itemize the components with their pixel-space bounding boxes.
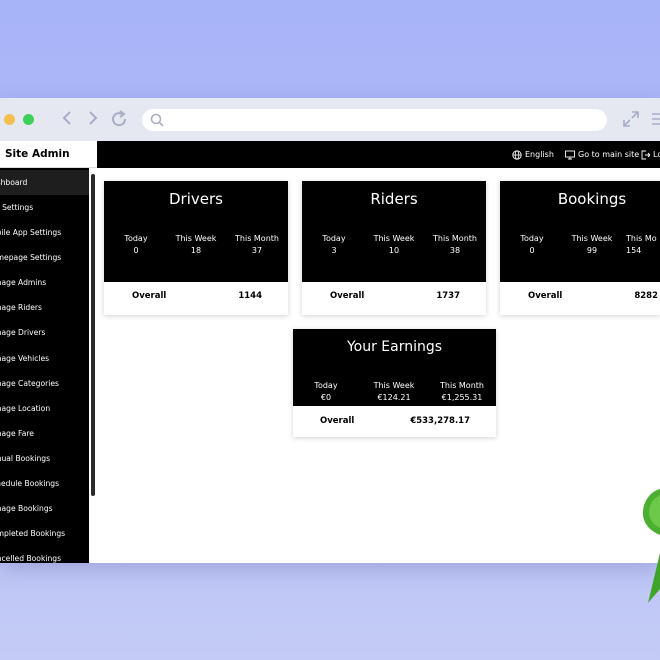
sidebar-item-homepage-settings[interactable]: omepage Settings [0, 245, 92, 270]
overall-value: 1737 [436, 291, 460, 301]
search-icon [150, 113, 164, 127]
globe-icon [512, 149, 522, 160]
stat-value: 37 [251, 246, 263, 255]
stat-label: This Month [235, 234, 279, 243]
sidebar-item-manage-fare[interactable]: anage Fare [0, 421, 92, 446]
stat-value: €0 [320, 393, 332, 402]
logout-link[interactable]: Lo [641, 141, 660, 168]
stat-month: This Month 37 [227, 233, 287, 257]
overall-label: Overall [132, 291, 167, 301]
sidebar-item-manual-bookings[interactable]: anual Bookings [0, 446, 92, 471]
stat-week: This Week 99 [562, 233, 622, 257]
overall-label: Overall [330, 291, 365, 301]
card-header: Your Earnings Today €0 This Week €124.21… [293, 329, 496, 406]
earnings-card: Your Earnings Today €0 This Week €124.21… [293, 329, 496, 437]
language-label: English [525, 150, 554, 159]
menu-icon[interactable] [652, 112, 660, 126]
stat-label: This Month [433, 234, 477, 243]
stat-value: 0 [133, 246, 139, 255]
sidebar-nav: ashboard te Settings obile App Settings … [0, 168, 92, 563]
reload-icon[interactable] [110, 110, 130, 132]
sidebar-item-manage-riders[interactable]: anage Riders [0, 295, 92, 320]
overall-label: Overall [528, 291, 563, 301]
window-minimize-dot[interactable] [4, 114, 15, 125]
stat-today: Today 0 [502, 233, 562, 257]
browser-chrome [0, 98, 660, 141]
overall-value: 1144 [238, 291, 262, 301]
sidebar-item-cancelled-bookings[interactable]: ancelled Bookings [0, 546, 92, 563]
url-input[interactable] [170, 112, 600, 128]
expand-icon[interactable] [622, 110, 640, 128]
sidebar-item-dashboard[interactable]: ashboard [0, 170, 89, 195]
stat-value: 18 [190, 246, 202, 255]
stat-label: This Week [571, 234, 613, 243]
sidebar-item-site-settings[interactable]: te Settings [0, 195, 92, 220]
window-maximize-dot[interactable] [23, 114, 34, 125]
stat-week: This Week 18 [166, 233, 226, 257]
stat-label: This Month [440, 381, 484, 390]
stat-week: This Week €124.21 [361, 380, 427, 404]
stat-label: This Week [175, 234, 217, 243]
card-header: Riders Today 3 This Week 10 This Month 3… [302, 181, 486, 282]
language-selector[interactable]: English [512, 141, 554, 168]
stat-label: Today [520, 234, 544, 243]
overall-label: Overall [320, 416, 355, 426]
sidebar-scroll-thumb[interactable] [91, 174, 95, 496]
main-site-label: Go to main site [578, 150, 640, 159]
riders-card: Riders Today 3 This Week 10 This Month 3… [302, 181, 486, 315]
stat-label: This Week [373, 234, 415, 243]
stat-value: €124.21 [377, 393, 411, 402]
admin-topbar: Site Admin English Go to main site Lo [0, 141, 660, 168]
stat-month: This Mo 154 [626, 233, 660, 257]
overall-value: 8282 [634, 291, 658, 301]
stat-label: This Mo [626, 234, 657, 243]
browser-window: Site Admin English Go to main site Lo as… [0, 98, 660, 563]
sidebar-item-manage-admins[interactable]: anage Admins [0, 270, 92, 295]
drivers-card: Drivers Today 0 This Week 18 This Month … [104, 181, 288, 315]
stat-label: Today [314, 381, 338, 390]
sidebar-item-manage-vehicles[interactable]: anage Vehicles [0, 346, 92, 371]
sidebar-item-mobile-app-settings[interactable]: obile App Settings [0, 220, 92, 245]
logout-label: Lo [653, 150, 660, 159]
sidebar-item-completed-bookings[interactable]: ompleted Bookings [0, 521, 92, 546]
sidebar-item-manage-location[interactable]: anage Location [0, 396, 92, 421]
logout-icon [641, 150, 650, 159]
chevron-left-icon[interactable] [62, 110, 72, 130]
bookings-card: Bookings Today 0 This Week 99 This Mo 15… [500, 181, 660, 315]
card-title: Bookings [557, 190, 627, 208]
stat-today: Today 0 [106, 233, 166, 257]
stat-today: Today 3 [304, 233, 364, 257]
brand-title: Site Admin [0, 141, 97, 168]
stat-month: This Month 38 [425, 233, 485, 257]
stat-today: Today €0 [293, 380, 359, 404]
stat-label: Today [124, 234, 148, 243]
address-bar[interactable] [142, 109, 607, 131]
stat-value: 154 [626, 246, 642, 255]
sidebar-item-schedule-bookings[interactable]: chedule Bookings [0, 471, 92, 496]
stat-value: €1,255.31 [441, 393, 483, 402]
stat-label: This Week [373, 381, 415, 390]
stat-month: This Month €1,255.31 [429, 380, 495, 404]
sidebar-item-manage-bookings[interactable]: anage Bookings [0, 496, 92, 521]
card-title: Your Earnings [346, 339, 443, 355]
chevron-right-icon[interactable] [88, 110, 98, 130]
card-title: Riders [370, 190, 418, 208]
sidebar-item-manage-drivers[interactable]: anage Drivers [0, 320, 92, 345]
stat-label: Today [322, 234, 346, 243]
stat-value: 0 [529, 246, 535, 255]
monitor-icon [565, 150, 575, 159]
card-header: Bookings Today 0 This Week 99 This Mo 15… [500, 181, 660, 282]
stat-value: 99 [586, 246, 598, 255]
sidebar-item-manage-categories[interactable]: anage Categories [0, 371, 92, 396]
main-site-link[interactable]: Go to main site [565, 141, 639, 168]
stat-value: 38 [449, 246, 461, 255]
card-title: Drivers [169, 190, 223, 208]
stat-value: 10 [388, 246, 400, 255]
overall-value: €533,278.17 [410, 416, 470, 426]
stat-week: This Week 10 [364, 233, 424, 257]
verified-badge-icon [642, 489, 660, 603]
card-header: Drivers Today 0 This Week 18 This Month … [104, 181, 288, 282]
stat-value: 3 [331, 246, 337, 255]
